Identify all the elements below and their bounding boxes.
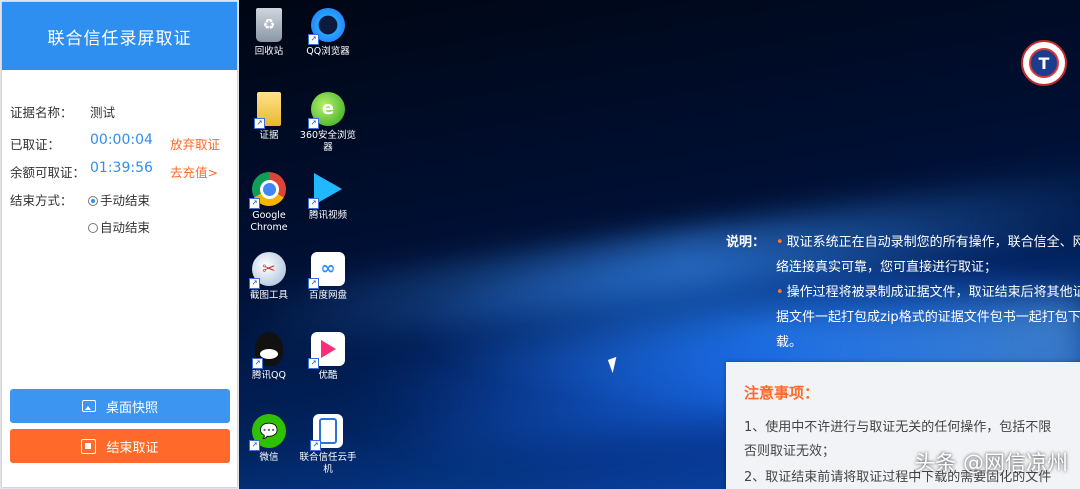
notice-title: 注意事项： (744, 384, 820, 402)
wechat-icon: 💬 ↗ (249, 414, 286, 451)
elapsed-timer: 00:00:04 (90, 132, 153, 148)
elapsed-row: 已取证： 00:00:04 放弃取证 (10, 132, 220, 153)
desktop-icon-recycle-bin[interactable]: ♻ 回收站 (239, 8, 299, 58)
desktop-icon-evidence-folder[interactable]: ↗ 证据 (239, 92, 299, 142)
remaining-row: 余额可取证： 01:39:56 去充值> (10, 160, 218, 181)
qq-browser-icon: ↗ (308, 8, 345, 45)
abandon-evidence-link[interactable]: 放弃取证 (170, 134, 220, 153)
folder-icon: ↗ (254, 92, 281, 129)
desktop-icon-label: 证据 (259, 130, 279, 141)
remaining-timer: 01:39:56 (90, 160, 153, 176)
tencent-video-icon: ↗ (308, 172, 345, 209)
evidence-name-row: 证据名称： 测试 (10, 102, 115, 121)
radio-unchecked-icon (88, 223, 98, 233)
elapsed-label: 已取证： (10, 137, 61, 152)
notice-line: 1、使用中不许进行与取证无关的任何操作，包括不限 (744, 420, 1052, 435)
cloud-phone-icon: ↗ (310, 414, 343, 451)
desktop: ♻ 回收站 ↗ 证据 ↗ Google Chrome ✂ ↗ 截图工具 ↗ 腾讯Q… (239, 0, 1080, 489)
desktop-icon-cloud-phone[interactable]: ↗ 联合信任云手机 (298, 414, 358, 476)
desktop-icon-label: 腾讯QQ (252, 370, 286, 381)
panel-title: 联合信任录屏取证 (2, 2, 237, 70)
recharge-link[interactable]: 去充值> (170, 162, 218, 181)
desktop-icon-label: 优酷 (318, 370, 338, 381)
watermark: 头条 @网信凉州 (914, 451, 1068, 475)
recycle-bin-icon: ♻ (256, 8, 282, 42)
desktop-icon-label: 回收站 (254, 46, 284, 57)
desktop-icon-label: 截图工具 (249, 290, 288, 301)
snipping-tool-icon: ✂ ↗ (249, 252, 286, 289)
desktop-icon-label: 微信 (259, 452, 279, 463)
radio-manual-end[interactable]: 手动结束 (88, 190, 150, 209)
baidu-netdisk-icon: ∞ ↗ (308, 252, 345, 289)
union-trust-logo: T (1021, 40, 1067, 86)
desktop-snapshot-label: 桌面快照 (105, 400, 158, 416)
qq-penguin-icon: ↗ (252, 332, 283, 369)
desktop-icon-youku[interactable]: ↗ 优酷 (298, 332, 358, 382)
radio-checked-icon (88, 196, 98, 206)
notice-line: 否则取证无效； (744, 444, 836, 459)
evidence-name-label: 证据名称： (10, 105, 73, 120)
end-evidence-button[interactable]: 结束取证 (10, 429, 230, 463)
explanation-item: • 操作过程将被录制成证据文件，取证结束后将其他证据文件一起打包成zip格式的证据… (776, 285, 1080, 350)
radio-auto-end-label: 自动结束 (100, 220, 151, 235)
radio-manual-end-label: 手动结束 (100, 193, 151, 208)
desktop-icon-label: 联合信任云手机 (299, 452, 357, 475)
evidence-panel: 联合信任录屏取证 证据名称： 测试 已取证： 00:00:04 放弃取证 余额可… (2, 2, 237, 487)
image-icon (81, 400, 96, 412)
radio-auto-end[interactable]: 自动结束 (88, 217, 150, 236)
desktop-icon-qq[interactable]: ↗ 腾讯QQ (239, 332, 299, 382)
explanation-item: • 取证系统正在自动录制您的所有操作，联合信全、网络连接真实可靠，您可直接进行取证… (776, 235, 1080, 275)
evidence-name-value: 测试 (90, 105, 116, 120)
end-evidence-label: 结束取证 (106, 440, 159, 456)
desktop-icon-chrome[interactable]: ↗ Google Chrome (239, 172, 299, 234)
end-mode-label: 结束方式： (10, 193, 73, 208)
desktop-icon-label: 360安全浏览器 (299, 130, 357, 153)
desktop-icon-snipping-tool[interactable]: ✂ ↗ 截图工具 (239, 252, 299, 302)
desktop-icon-wechat[interactable]: 💬 ↗ 微信 (239, 414, 299, 464)
stop-icon (81, 438, 97, 454)
desktop-icon-360-browser[interactable]: e ↗ 360安全浏览器 (298, 92, 358, 154)
360-browser-icon: e ↗ (308, 92, 345, 129)
explanation-title: 说明： (726, 235, 766, 250)
desktop-icon-baidu-netdisk[interactable]: ∞ ↗ 百度网盘 (298, 252, 358, 302)
desktop-icon-label: 腾讯视频 (308, 210, 347, 221)
desktop-icon-label: 百度网盘 (308, 290, 347, 301)
end-mode-row: 结束方式： (10, 190, 73, 209)
youku-icon: ↗ (308, 332, 345, 369)
chrome-icon: ↗ (249, 172, 286, 209)
remaining-label: 余额可取证： (10, 165, 86, 180)
desktop-icon-label: QQ浏览器 (306, 46, 350, 57)
desktop-icon-qq-browser[interactable]: ↗ QQ浏览器 (298, 8, 358, 58)
desktop-icon-label: Google Chrome (250, 210, 288, 233)
desktop-icon-tencent-video[interactable]: ↗ 腾讯视频 (298, 172, 358, 222)
desktop-snapshot-button[interactable]: 桌面快照 (10, 389, 230, 423)
